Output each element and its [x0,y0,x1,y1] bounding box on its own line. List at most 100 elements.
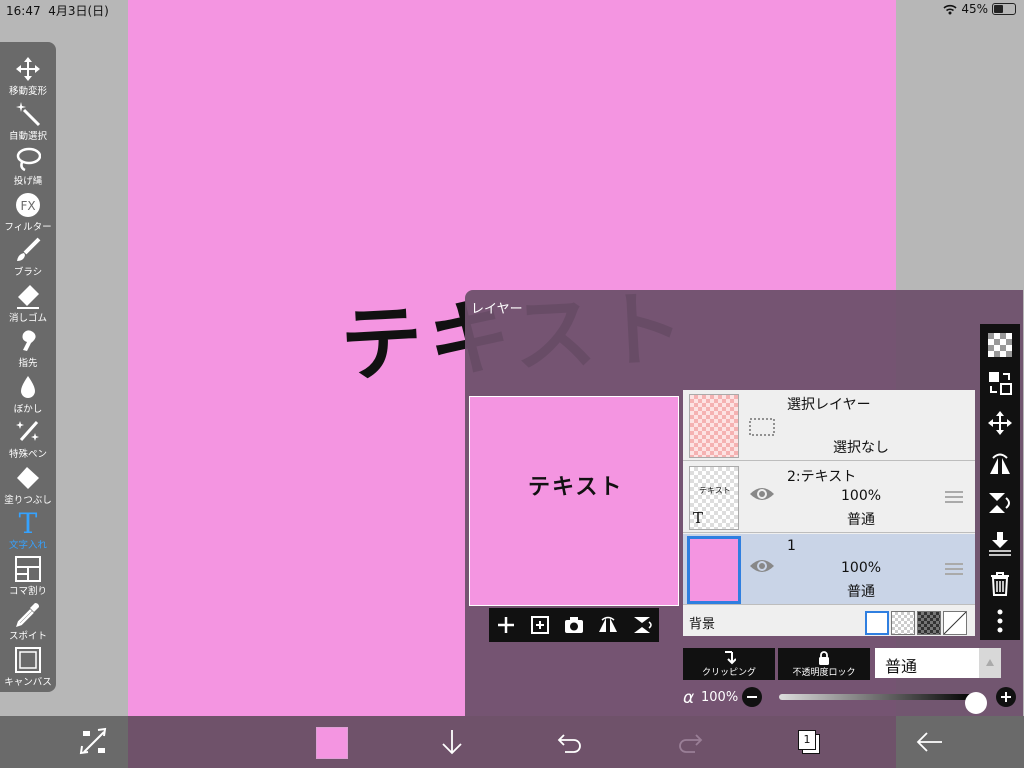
layer-row-text[interactable]: テキスト T 2:テキスト 100% 普通 [683,462,975,533]
add-layer-from-image-icon[interactable] [529,614,551,636]
layer-opacity: 100% [841,488,882,504]
drag-handle-icon[interactable] [945,562,963,576]
alpha-decrease-button[interactable] [741,686,763,708]
alpha-slider[interactable] [779,692,987,714]
move-icon [16,57,40,81]
bottom-bar: 1 [0,716,1024,768]
visibility-eye-icon[interactable] [749,556,775,576]
layer-list: 選択レイヤー 選択なし テキスト T 2:テキスト 100% 普通 1 100%… [683,390,975,636]
tool-fill[interactable]: 塗りつぶし [0,459,56,506]
layer-thumbnail [687,536,741,604]
preview-text: テキスト [528,475,624,500]
layer-row-selection[interactable]: 選択レイヤー 選択なし [683,390,975,461]
download-arrow-icon[interactable] [436,726,468,758]
layer-thumbnail: テキスト T [689,466,739,530]
wifi-icon [943,4,957,14]
tool-auto-select[interactable]: 自動選択 [0,95,56,142]
chevron-up-icon [986,659,994,666]
tool-bar: 移動変形 自動選択 投げ縄 FX フィルター ブラシ 消しゴム 指先 ぼかし 特… [0,42,56,692]
svg-text:T: T [19,510,38,536]
transform-icon[interactable] [78,726,110,758]
tool-blur[interactable]: ぼかし [0,368,56,415]
canvas-icon [15,647,41,673]
redo-icon[interactable] [674,726,706,758]
text-icon: T [19,510,38,536]
background-label: 背景 [689,617,716,632]
clipping-button[interactable]: クリッピング [683,648,775,680]
tool-special-pen[interactable]: 特殊ペン [0,413,56,460]
selection-marquee-icon [749,418,775,436]
background-white-option[interactable] [865,611,889,635]
transparency-icon[interactable] [987,332,1013,358]
smudge-icon [22,330,36,351]
flip-horizontal-icon[interactable] [597,614,619,636]
layer-opacity: 100% [841,560,882,576]
status-time: 16:47 [6,4,41,18]
layer-blend-mode: 普通 [847,512,875,528]
fill-icon [17,467,39,489]
flip-vertical-icon[interactable] [631,614,653,636]
layer-selection-status: 選択なし [833,440,889,456]
layer-side-toolbar [980,324,1020,640]
drag-handle-icon[interactable] [945,490,963,504]
blend-mode-value: 普通 [885,657,918,676]
tool-eraser[interactable]: 消しゴム [0,277,56,324]
move-layer-icon[interactable] [987,410,1013,436]
lock-icon [819,651,829,665]
tool-filter[interactable]: FX フィルター [0,186,56,233]
status-bar: 16:47 4月3日(日) 45% [0,0,1024,20]
tool-text[interactable]: T 文字入れ [0,504,56,551]
layer-swap-icon[interactable] [987,370,1013,396]
tool-canvas[interactable]: キャンバス [0,641,56,688]
undo-icon[interactable] [554,726,586,758]
more-options-icon[interactable] [987,608,1013,634]
camera-icon[interactable] [563,614,585,636]
fx-icon: FX [16,193,40,217]
opacity-lock-button[interactable]: 不透明度ロック [778,648,870,680]
lasso-icon [16,147,41,172]
trash-icon[interactable] [987,570,1013,596]
layer-panel: レイヤー テキスト 選択レイヤー 選択なし テキスト T 2:テキスト 100%… [465,290,1023,716]
layer-blend-mode: 普通 [847,584,875,600]
tool-eyedropper[interactable]: スポイト [0,595,56,642]
alpha-slider-knob[interactable] [965,692,987,714]
background-checker-light-option[interactable] [891,611,915,635]
text-layer-badge: T [693,509,704,527]
layer-panel-title: レイヤー [471,302,523,317]
visibility-eye-icon[interactable] [749,484,775,504]
frame-divider-icon [15,556,41,582]
background-none-option[interactable] [943,611,967,635]
layer-name: 1 [787,538,796,554]
tool-frame-divider[interactable]: コマ割り [0,550,56,597]
eyedropper-icon [16,603,39,627]
layer-name: 2:テキスト [787,469,857,485]
layer-name: 選択レイヤー [787,397,871,413]
alpha-label: α [683,688,695,708]
battery-icon [992,3,1016,15]
svg-text:FX: FX [20,199,35,213]
tool-smudge[interactable]: 指先 [0,322,56,369]
background-row: 背景 [683,606,975,636]
layer-count-button[interactable]: 1 [792,726,824,758]
special-pen-icon [16,421,39,441]
layer-row-1[interactable]: 1 100% 普通 [683,534,975,605]
battery-percent: 45% [961,2,988,16]
back-arrow-icon[interactable] [914,726,946,758]
add-layer-icon[interactable] [495,614,517,636]
current-color-swatch[interactable] [316,727,348,759]
alpha-increase-button[interactable] [995,686,1017,708]
layer-preview: テキスト [469,396,679,606]
blend-mode-select[interactable]: 普通 [875,648,1001,678]
tool-brush[interactable]: ブラシ [0,231,56,278]
alpha-value: 100% [701,690,739,705]
background-checker-dark-option[interactable] [917,611,941,635]
layer-count: 1 [798,730,816,750]
tool-move[interactable]: 移動変形 [0,50,56,97]
eraser-icon [17,285,39,309]
flip-layer-vertical-icon[interactable] [987,490,1013,516]
merge-down-icon[interactable] [987,530,1013,556]
magic-wand-icon [16,102,41,127]
flip-layer-horizontal-icon[interactable] [987,450,1013,476]
clipping-arrow-icon [725,651,736,665]
tool-lasso[interactable]: 投げ縄 [0,140,56,187]
